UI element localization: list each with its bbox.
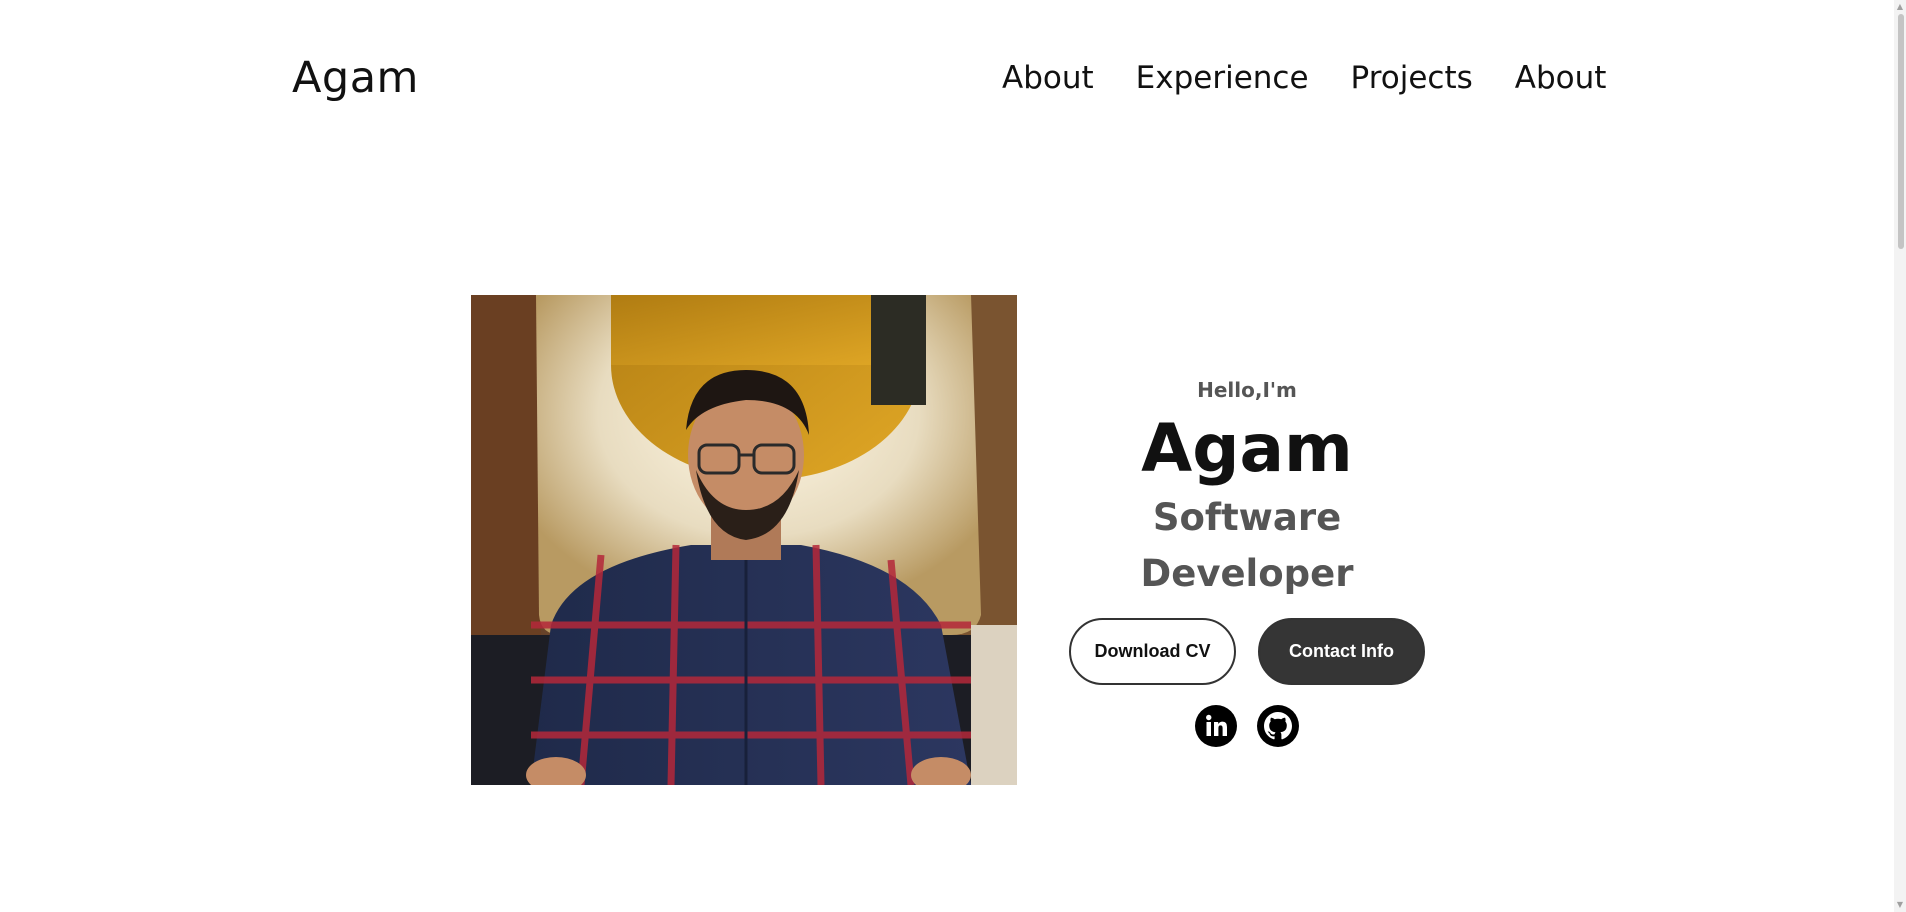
hero-role: Software Developer [1140, 496, 1354, 595]
scroll-up-icon[interactable]: ▲ [1896, 2, 1904, 12]
portfolio-page: Agam About Experience Projects About Hel… [0, 0, 1906, 912]
navbar: Agam About Experience Projects About [292, 48, 1906, 108]
social-links [1040, 705, 1454, 747]
hero-section: Hello,I'm Agam Software Developer Downlo… [1040, 370, 1454, 747]
hero-name: Agam [1141, 410, 1353, 487]
nav-link-about[interactable]: About [1002, 48, 1094, 108]
nav-links: About Experience Projects About [1002, 48, 1606, 108]
github-icon[interactable] [1257, 705, 1299, 747]
greeting-text: Hello,I'm [1197, 378, 1297, 402]
page-scrollbar[interactable]: ▲ ▼ [1894, 0, 1906, 912]
scroll-thumb[interactable] [1898, 14, 1904, 249]
contact-info-button[interactable]: Contact Info [1258, 618, 1425, 685]
nav-link-experience[interactable]: Experience [1136, 48, 1309, 108]
nav-link-projects[interactable]: Projects [1351, 48, 1473, 108]
nav-link-about-2[interactable]: About [1515, 48, 1607, 108]
hero-buttons: Download CV Contact Info [1040, 618, 1454, 685]
site-logo[interactable]: Agam [292, 48, 419, 108]
linkedin-icon[interactable] [1195, 705, 1237, 747]
scroll-down-icon[interactable]: ▼ [1896, 900, 1904, 910]
download-cv-button[interactable]: Download CV [1069, 618, 1236, 685]
profile-photo [471, 295, 1017, 785]
